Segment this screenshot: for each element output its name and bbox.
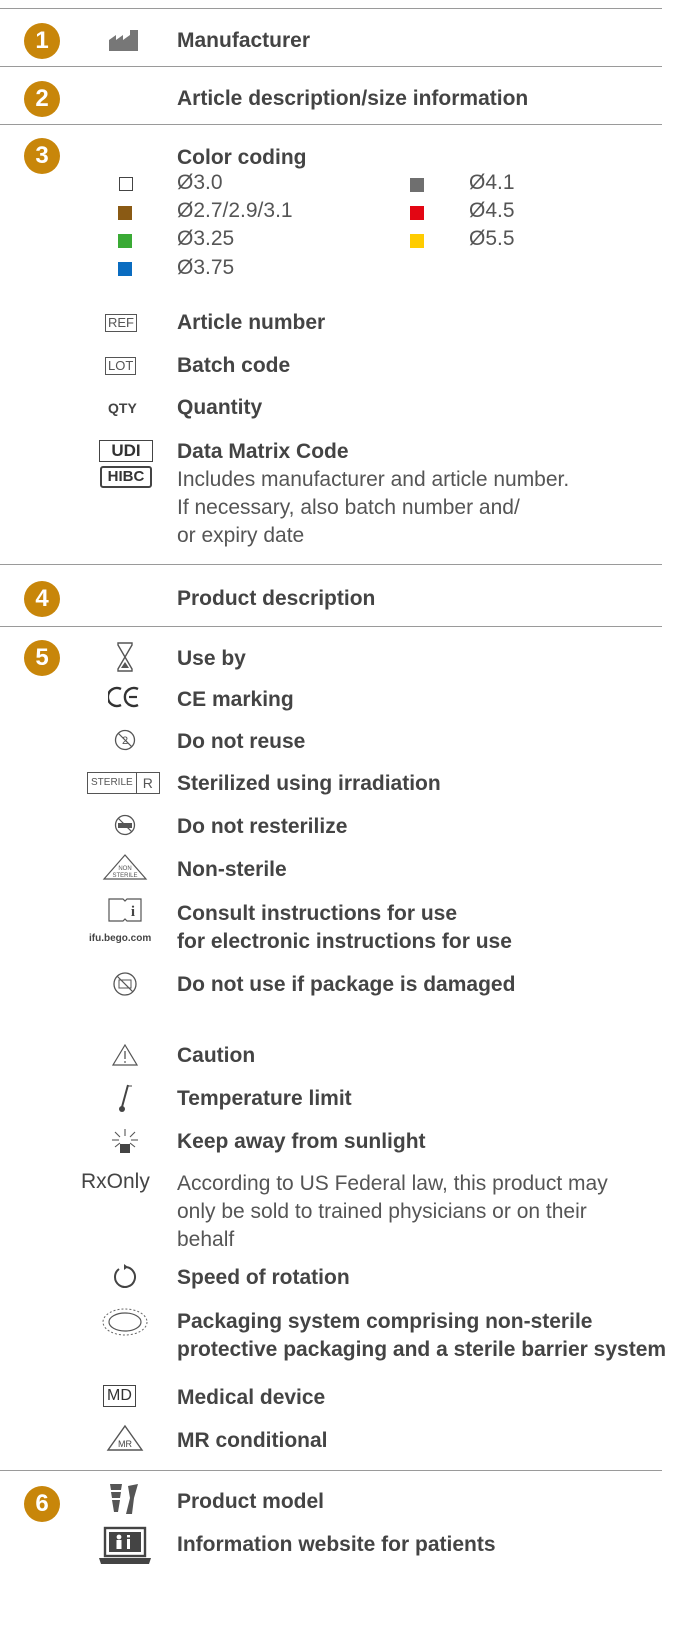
rotation-label: Speed of rotation bbox=[177, 1266, 350, 1289]
sunlight-icon bbox=[112, 1129, 138, 1153]
patient-website-label: Information website for patients bbox=[177, 1533, 496, 1556]
color-code-value: Ø4.5 bbox=[469, 199, 515, 222]
green-swatch bbox=[118, 234, 132, 248]
divider bbox=[0, 626, 662, 627]
red-swatch bbox=[410, 206, 424, 220]
quantity-label: Quantity bbox=[177, 396, 263, 419]
caution-icon bbox=[112, 1044, 138, 1066]
sunlight-label: Keep away from sunlight bbox=[177, 1130, 426, 1153]
ce-marking-label: CE marking bbox=[177, 688, 294, 711]
section-number-3: 3 bbox=[24, 138, 60, 174]
use-by-label: Use by bbox=[177, 647, 246, 670]
svg-text:NON: NON bbox=[118, 866, 131, 872]
svg-text:STERILE: STERILE bbox=[112, 873, 137, 879]
article-number-label: Article number bbox=[177, 311, 326, 334]
section-number-6: 6 bbox=[24, 1486, 60, 1522]
medical-device-label: Medical device bbox=[177, 1386, 326, 1409]
consult-instructions-icon: i bbox=[108, 898, 142, 922]
packaging-label-line: protective packaging and a sterile barri… bbox=[177, 1338, 667, 1361]
udi-description-line: If necessary, also batch number and/ bbox=[177, 496, 520, 519]
blue-swatch bbox=[118, 262, 132, 276]
udi-description-line: or expiry date bbox=[177, 524, 305, 547]
ifu-url-icon: ifu.bego.com bbox=[89, 933, 152, 944]
do-not-reuse-label: Do not reuse bbox=[177, 730, 306, 753]
medical-device-icon: MD bbox=[103, 1385, 136, 1407]
non-sterile-icon: NON STERILE bbox=[102, 854, 148, 880]
color-code-value: Ø2.7/2.9/3.1 bbox=[177, 199, 293, 222]
rx-description-line: behalf bbox=[177, 1228, 235, 1251]
package-damaged-icon bbox=[113, 972, 137, 996]
non-sterile-label: Non-sterile bbox=[177, 858, 287, 881]
divider bbox=[0, 124, 662, 125]
white-swatch bbox=[119, 177, 133, 191]
hourglass-icon bbox=[117, 642, 133, 672]
mr-conditional-label: MR conditional bbox=[177, 1429, 328, 1452]
rx-only-icon: RxOnly bbox=[81, 1170, 150, 1193]
section-number-4: 4 bbox=[24, 581, 60, 617]
color-code-value: Ø3.0 bbox=[177, 171, 223, 194]
product-description-label: Product description bbox=[177, 587, 376, 610]
batch-code-label: Batch code bbox=[177, 354, 291, 377]
do-not-resterilize-icon bbox=[114, 814, 136, 836]
udi-icon: UDI bbox=[99, 440, 153, 462]
sterile-text: STERILE bbox=[88, 773, 137, 793]
patient-website-icon bbox=[99, 1526, 151, 1564]
svg-text:i: i bbox=[131, 904, 135, 920]
ref-icon: REF bbox=[105, 314, 137, 332]
caution-label: Caution bbox=[177, 1044, 256, 1067]
svg-text:2: 2 bbox=[122, 735, 128, 747]
color-code-value: Ø4.1 bbox=[469, 171, 515, 194]
divider bbox=[0, 66, 662, 67]
section-number-2: 2 bbox=[24, 81, 60, 117]
manufacturer-label: Manufacturer bbox=[177, 29, 311, 52]
brown-swatch bbox=[118, 206, 132, 220]
color-code-value: Ø3.25 bbox=[177, 227, 235, 250]
yellow-swatch bbox=[410, 234, 424, 248]
divider bbox=[0, 8, 662, 9]
rx-description-line: According to US Federal law, this produc… bbox=[177, 1172, 608, 1195]
packaging-system-icon bbox=[102, 1308, 148, 1336]
article-description-label: Article description/size information bbox=[177, 87, 529, 110]
product-model-label: Product model bbox=[177, 1490, 325, 1513]
lot-icon: LOT bbox=[105, 357, 137, 375]
color-code-value: Ø3.75 bbox=[177, 256, 235, 279]
temperature-limit-icon bbox=[119, 1084, 132, 1112]
hibc-icon: HIBC bbox=[100, 466, 152, 488]
do-not-resterilize-label: Do not resterilize bbox=[177, 815, 348, 838]
packaging-label-line: Packaging system comprising non-sterile bbox=[177, 1310, 593, 1333]
temperature-limit-label: Temperature limit bbox=[177, 1087, 352, 1110]
data-matrix-label: Data Matrix Code bbox=[177, 440, 349, 463]
electronic-instructions-label: for electronic instructions for use bbox=[177, 930, 512, 953]
consult-instructions-label: Consult instructions for use bbox=[177, 902, 458, 925]
gray-swatch bbox=[410, 178, 424, 192]
ce-mark-icon bbox=[108, 686, 139, 708]
product-model-icon bbox=[110, 1484, 138, 1514]
rx-description-line: only be sold to trained physicians or on… bbox=[177, 1200, 587, 1223]
section-number-1: 1 bbox=[24, 23, 60, 59]
mr-conditional-icon: MR bbox=[106, 1424, 144, 1451]
color-coding-label: Color coding bbox=[177, 146, 307, 169]
mr-text: MR bbox=[118, 1439, 132, 1449]
color-code-value: Ø5.5 bbox=[469, 227, 515, 250]
divider bbox=[0, 1470, 662, 1471]
sterile-r-text: R bbox=[142, 775, 153, 791]
section-number-5: 5 bbox=[24, 640, 60, 676]
rotation-icon bbox=[114, 1264, 136, 1288]
sterile-r-icon: STERILE R bbox=[87, 772, 160, 794]
manufacturer-icon bbox=[109, 30, 138, 51]
do-not-reuse-icon: 2 bbox=[114, 729, 136, 751]
divider bbox=[0, 564, 662, 565]
udi-description-line: Includes manufacturer and article number… bbox=[177, 468, 570, 491]
qty-icon: QTY bbox=[108, 400, 137, 416]
sterilized-label: Sterilized using irradiation bbox=[177, 772, 441, 795]
package-damaged-label: Do not use if package is damaged bbox=[177, 973, 516, 996]
